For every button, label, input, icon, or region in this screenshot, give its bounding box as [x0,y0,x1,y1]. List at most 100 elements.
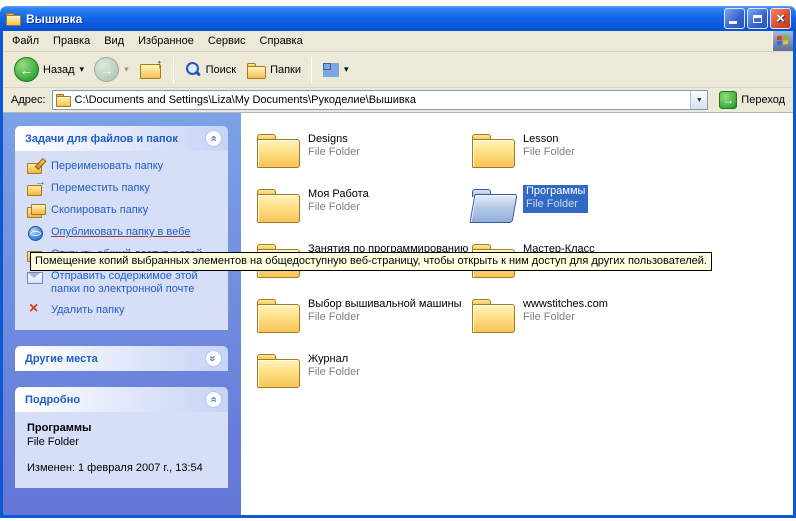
address-path: C:\Documents and Settings\Liza\My Docume… [75,94,416,106]
close-button[interactable] [770,8,791,29]
minimize-button[interactable] [724,8,745,29]
folders-button[interactable]: Папки [241,58,306,82]
task-label: Удалить папку [51,304,125,317]
folder-item[interactable]: Выбор вышивальной машиныFile Folder [256,295,471,350]
task-publish-web[interactable]: Опубликовать папку в вебе [27,226,222,240]
folder-type: File Folder [523,311,608,324]
back-button[interactable]: ← Назад [9,54,89,85]
folder-text: wwwstitches.comFile Folder [523,295,608,324]
menu-item-3[interactable]: Избранное [131,33,201,49]
folder-text: DesignsFile Folder [308,130,360,159]
folder-item[interactable]: Моя РаботаFile Folder [256,185,471,240]
folder-name: Моя Работа [308,188,369,201]
address-label: Адрес: [11,94,46,106]
folder-icon [471,295,515,333]
tooltip: Помещение копий выбранных элементов на о… [30,252,712,271]
folder-text: Моя РаботаFile Folder [308,185,369,214]
window-body: Задачи для файлов и папок Переименовать … [3,113,793,515]
delete-icon [27,304,44,318]
task-label: Переименовать папку [51,160,163,173]
maximize-button[interactable] [747,8,768,29]
task-copy-folder[interactable]: Скопировать папку [27,204,222,218]
other-places-title: Другие места [25,353,98,365]
details-item-type: File Folder [27,436,220,448]
task-label: Скопировать папку [51,204,148,217]
folders-label: Папки [270,64,301,76]
folder-item[interactable]: LessonFile Folder [471,130,686,185]
up-button[interactable] [134,57,168,83]
titlebar: Вышивка [0,6,796,31]
menu-item-4[interactable]: Сервис [201,33,253,49]
chevron-down-icon[interactable] [205,350,222,367]
folder-icon [256,130,300,168]
folder-type: File Folder [308,146,360,159]
menu-item-1[interactable]: Правка [46,33,97,49]
address-dropdown-button[interactable] [690,91,707,109]
toolbar: ← Назад → Поиск Папки [3,52,793,88]
folder-name: wwwstitches.com [523,298,608,311]
window-controls [724,8,791,29]
up-folder-icon [139,60,163,80]
folder-text: ПрограммыFile Folder [523,185,588,213]
folder-icon [471,130,515,168]
folder-icon [256,295,300,333]
move-folder-icon [27,182,44,196]
chevron-up-icon[interactable] [205,391,222,408]
toolbar-separator [173,57,174,83]
task-pane: Задачи для файлов и папок Переименовать … [3,113,241,515]
menu-item-2[interactable]: Вид [97,33,131,49]
open-folder-icon [471,185,515,223]
go-button[interactable]: Переход [715,90,789,110]
email-icon [27,270,44,284]
folder-type: File Folder [523,146,575,159]
chevron-up-icon[interactable] [205,130,222,147]
file-tasks-header[interactable]: Задачи для файлов и папок [15,126,228,151]
copy-folder-icon [27,204,44,218]
folder-text: LessonFile Folder [523,130,575,159]
publish-web-icon [27,226,44,240]
file-tasks-list: Переименовать папку Переместить папку Скоп… [15,151,228,330]
task-rename-folder[interactable]: Переименовать папку [27,160,222,174]
menu-items: ФайлПравкаВидИзбранноеСервисСправка [5,33,310,49]
task-move-folder[interactable]: Переместить папку [27,182,222,196]
details-body: Программы File Folder Изменен: 1 февраля… [15,412,228,488]
details-header[interactable]: Подробно [15,387,228,412]
window-frame: ФайлПравкаВидИзбранноеСервисСправка ← На… [0,31,796,518]
search-label: Поиск [206,64,236,76]
folders-icon [246,61,266,79]
task-delete[interactable]: Удалить папку [27,304,222,318]
address-folder-icon [56,94,71,106]
search-button[interactable]: Поиск [179,58,241,82]
minimize-icon [729,21,737,24]
other-places-header[interactable]: Другие места [15,346,228,371]
folder-type: File Folder [308,201,369,214]
windows-logo-icon [772,31,793,51]
back-icon: ← [14,57,39,82]
folder-view: DesignsFile Folder LessonFile Folder Моя Р… [241,113,793,515]
menu-item-5[interactable]: Справка [253,33,310,49]
folder-item[interactable]: DesignsFile Folder [256,130,471,185]
search-icon [184,61,202,79]
task-email[interactable]: Отправить содержимое этой папки по элект… [27,270,222,296]
folder-type: File Folder [308,311,462,324]
panel-details: Подробно Программы File Folder Изменен: … [15,387,228,488]
menu-item-0[interactable]: Файл [5,33,46,49]
desktop: Вышивка ФайлПравкаВидИзбранноеСервисСпра… [0,0,796,521]
menu-bar: ФайлПравкаВидИзбранноеСервисСправка [3,31,793,52]
folder-item[interactable]: wwwstitches.comFile Folder [471,295,686,350]
window-folder-icon [6,13,21,25]
forward-icon: → [94,57,119,82]
go-label: Переход [741,94,785,106]
address-bar: Адрес: C:\Documents and Settings\Liza\My… [3,88,793,113]
folder-type: File Folder [526,198,585,211]
views-button[interactable] [317,59,354,81]
folder-text: Выбор вышивальной машиныFile Folder [308,295,462,324]
folder-item[interactable]: ЖурналFile Folder [256,350,471,405]
folder-type: File Folder [308,366,360,379]
go-arrow-icon [719,91,737,109]
file-tasks-title: Задачи для файлов и папок [25,133,178,145]
folder-name: Журнал [308,353,360,366]
address-input[interactable]: C:\Documents and Settings\Liza\My Docume… [52,90,709,110]
forward-button[interactable]: → [89,54,134,85]
folder-item[interactable]: ПрограммыFile Folder [471,185,686,240]
